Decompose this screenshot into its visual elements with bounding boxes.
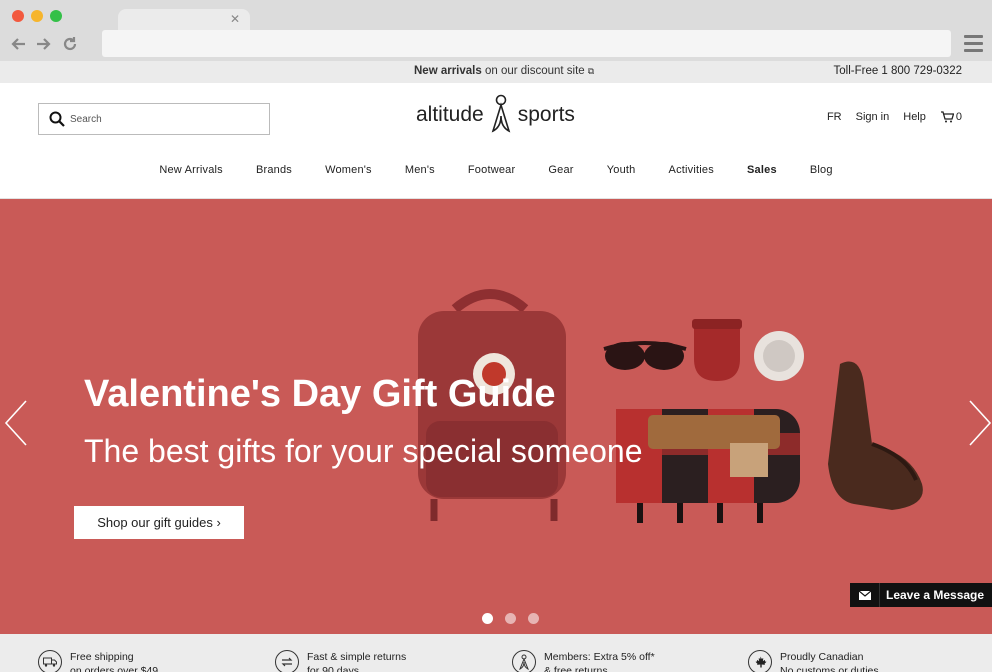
cart-button[interactable]: 0 (940, 111, 962, 123)
maximize-window-button[interactable] (50, 10, 62, 22)
language-toggle[interactable]: FR (827, 111, 842, 123)
feature-members: Members: Extra 5% off* & free returns (512, 650, 655, 672)
discount-site-link[interactable]: New arrivals on our discount site ⧉ (414, 65, 594, 77)
browser-nav (8, 34, 80, 54)
carousel-dot-3[interactable] (528, 613, 539, 624)
features-strip: Free shipping on orders over $49 Fast & s… (0, 634, 992, 672)
envelope-icon (850, 583, 880, 607)
help-link[interactable]: Help (903, 111, 926, 123)
browser-tab[interactable]: ✕ (118, 9, 250, 31)
feature-returns: Fast & simple returns for 90 days (275, 650, 406, 672)
chevron-left-icon (4, 400, 27, 446)
returns-icon (275, 650, 299, 672)
utility-links: FR Sign in Help 0 (827, 111, 962, 123)
logo-text-right: sports (517, 103, 575, 126)
feature-title: Free shipping (70, 651, 134, 663)
truck-icon (38, 650, 62, 672)
hero-title: Valentine's Day Gift Guide (84, 373, 556, 415)
close-window-button[interactable] (12, 10, 24, 22)
nav-gear[interactable]: Gear (548, 164, 573, 176)
tumbler-image (692, 319, 742, 381)
feature-canadian: Proudly Canadian No customs or duties (748, 650, 879, 672)
member-icon (512, 650, 536, 672)
site-logo[interactable]: altitude sports (416, 93, 575, 137)
cart-count: 0 (955, 111, 962, 123)
minimize-window-button[interactable] (31, 10, 43, 22)
maple-leaf-icon (748, 650, 772, 672)
site-header: altitude sports FR Sign in Help 0 New Ar… (0, 83, 992, 199)
chevron-right-icon (969, 400, 992, 446)
toll-free-phone[interactable]: Toll-Free 1 800 729-0322 (834, 65, 963, 77)
nav-womens[interactable]: Women's (325, 164, 372, 176)
nav-blog[interactable]: Blog (810, 164, 833, 176)
carousel-next-button[interactable] (968, 399, 992, 447)
sunglasses-image (603, 341, 687, 370)
hero-product-image (418, 289, 923, 523)
hero-banner: Valentine's Day Gift Guide The best gift… (0, 199, 992, 634)
feature-title: Members: Extra 5% off* (544, 651, 655, 663)
cup-image (754, 331, 804, 381)
logo-mark-icon (488, 93, 514, 137)
top-promo-bar: New arrivals on our discount site ⧉ Toll-… (0, 61, 992, 83)
forward-arrow-icon (37, 38, 51, 50)
feature-free-shipping: Free shipping on orders over $49 (38, 650, 158, 672)
search-input[interactable] (70, 113, 250, 125)
nav-mens[interactable]: Men's (405, 164, 435, 176)
nav-sales[interactable]: Sales (747, 164, 777, 176)
carousel-indicators (482, 613, 539, 624)
logo-text-left: altitude (416, 103, 484, 126)
shop-gift-guides-button[interactable]: Shop our gift guides › (74, 506, 244, 539)
reload-icon (63, 37, 77, 51)
feature-detail: on orders over $49 (70, 665, 159, 672)
promo-bold-text: New arrivals (414, 65, 482, 77)
browser-chrome: ✕ (0, 0, 992, 61)
feature-detail: & free returns (544, 665, 608, 672)
carousel-dot-1[interactable] (482, 613, 493, 624)
search-icon (49, 111, 65, 127)
browser-menu-button[interactable] (964, 35, 983, 52)
leave-message-button[interactable]: Leave a Message (850, 583, 992, 607)
forward-button[interactable] (34, 34, 54, 54)
back-button[interactable] (8, 34, 28, 54)
boot-image (828, 361, 923, 510)
window-controls (12, 10, 62, 22)
feature-detail: No customs or duties (780, 665, 879, 672)
feature-title: Proudly Canadian (780, 651, 864, 663)
promo-text: on our discount site (484, 65, 585, 77)
leave-message-label: Leave a Message (886, 588, 985, 602)
nav-new-arrivals[interactable]: New Arrivals (159, 164, 223, 176)
search-box[interactable] (38, 103, 270, 135)
address-bar[interactable] (102, 30, 951, 57)
reload-button[interactable] (60, 34, 80, 54)
blanket-image (616, 409, 800, 523)
tab-close-icon[interactable]: ✕ (230, 12, 240, 26)
sign-in-link[interactable]: Sign in (856, 111, 890, 123)
cart-icon (940, 111, 954, 123)
nav-activities[interactable]: Activities (669, 164, 714, 176)
hero-subtitle: The best gifts for your special someone (84, 433, 643, 469)
nav-brands[interactable]: Brands (256, 164, 292, 176)
external-link-icon: ⧉ (587, 66, 595, 76)
feature-detail: for 90 days (307, 665, 359, 672)
nav-youth[interactable]: Youth (607, 164, 636, 176)
carousel-prev-button[interactable] (4, 399, 28, 447)
main-navigation: New Arrivals Brands Women's Men's Footwe… (0, 164, 992, 176)
feature-title: Fast & simple returns (307, 651, 407, 663)
carousel-dot-2[interactable] (505, 613, 516, 624)
nav-footwear[interactable]: Footwear (468, 164, 515, 176)
back-arrow-icon (11, 38, 25, 50)
